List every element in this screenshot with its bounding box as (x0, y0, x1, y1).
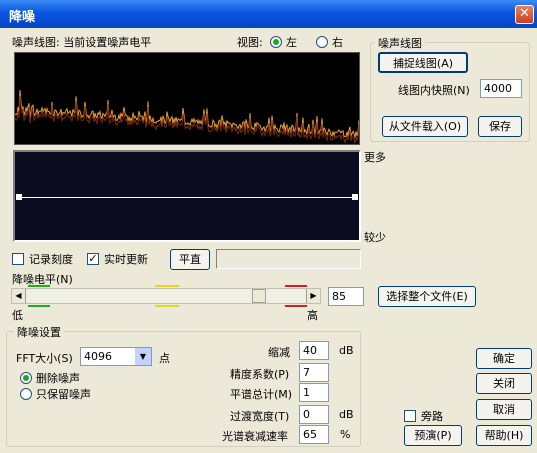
noise-reduction-dialog: 降噪 ✕ 噪声线图: 当前设置噪声电平 视图: 左 右 噪声线图 捕捉线图(A)… (0, 0, 537, 453)
reduce-by-unit: dB (339, 344, 354, 357)
flat-button[interactable]: 平直 (170, 249, 210, 270)
marker-yellow-bottom (155, 305, 179, 307)
fft-size-select[interactable]: 4096 ▼ (80, 347, 152, 366)
noise-level-field[interactable]: 85 (328, 287, 364, 306)
live-update-checkbox[interactable]: ✓ (87, 253, 99, 265)
graph-label: 噪声线图: 当前设置噪声电平 (12, 36, 152, 49)
decay-label: 光谱衰减速率 (222, 430, 288, 443)
title-bar[interactable]: 降噪 ✕ (0, 0, 537, 28)
view-right-label: 右 (332, 36, 343, 49)
curve-handle-right[interactable] (352, 194, 358, 200)
preview-button[interactable]: 预演(P) (404, 425, 462, 446)
load-from-file-button[interactable]: 从文件载入(O) (382, 116, 468, 137)
reduction-settings-group-label: 降噪设置 (14, 324, 64, 340)
capture-profile-button[interactable]: 捕捉线图(A) (378, 52, 468, 73)
noise-profile-group-label: 噪声线图 (375, 35, 425, 51)
more-label: 更多 (364, 151, 386, 164)
precision-field[interactable]: 7 (299, 363, 329, 382)
view-left-radio[interactable] (270, 36, 282, 48)
live-update-label: 实时更新 (104, 253, 148, 266)
decay-field[interactable]: 65 (299, 425, 329, 444)
noise-spectrum-graph (14, 52, 360, 145)
cancel-button[interactable]: 取消 (476, 399, 532, 420)
slider-right-arrow-icon[interactable]: ▶ (306, 289, 320, 303)
noise-level-slider[interactable]: ◀ ▶ (11, 288, 321, 304)
fft-unit-label: 点 (159, 352, 170, 365)
spectrum-plot (14, 89, 360, 144)
snapshots-label: 线图内快照(N) (398, 84, 470, 97)
low-label: 低 (12, 309, 23, 322)
keep-noise-radio[interactable] (20, 388, 32, 400)
ok-button[interactable]: 确定 (476, 348, 532, 369)
slider-left-arrow-icon[interactable]: ◀ (12, 289, 26, 303)
view-right-radio[interactable] (316, 36, 328, 48)
log-scale-label: 记录刻度 (29, 253, 73, 266)
precision-label: 精度系数(P) (230, 368, 290, 381)
status-box (216, 249, 361, 269)
decay-unit: % (340, 428, 351, 441)
reduction-curve-graph[interactable] (13, 150, 361, 242)
select-entire-file-button[interactable]: 选择整个文件(E) (378, 286, 476, 307)
less-label: 较少 (364, 231, 386, 244)
help-button[interactable]: 帮助(H) (476, 425, 532, 446)
transition-label: 过渡宽度(T) (230, 410, 290, 423)
marker-yellow-top (155, 285, 179, 287)
fft-size-label: FFT大小(S) (16, 352, 73, 365)
transition-field[interactable]: 0 (299, 405, 329, 424)
reduce-by-field[interactable]: 40 (299, 341, 329, 360)
save-button[interactable]: 保存 (478, 116, 522, 137)
smoothing-label: 平谱总计(M) (230, 388, 293, 401)
view-left-label: 左 (286, 36, 297, 49)
window-title: 降噪 (9, 10, 36, 25)
marker-red-top (285, 285, 307, 287)
close-icon[interactable]: ✕ (515, 5, 534, 24)
marker-green-top (28, 285, 50, 287)
bypass-label: 旁路 (421, 410, 443, 423)
marker-green-bottom (28, 305, 50, 307)
log-scale-checkbox[interactable] (12, 253, 24, 265)
close-button[interactable]: 关闭 (476, 373, 532, 394)
fft-size-value: 4096 (84, 350, 112, 363)
spectrum-line-dark (14, 95, 360, 144)
remove-noise-radio[interactable] (20, 372, 32, 384)
bypass-checkbox[interactable] (404, 410, 416, 422)
slider-thumb[interactable] (252, 289, 267, 303)
transition-unit: dB (339, 408, 354, 421)
marker-red-bottom (285, 305, 307, 307)
remove-noise-label: 删除噪声 (36, 372, 80, 385)
curve-line (19, 197, 355, 198)
snapshots-field[interactable]: 4000 (480, 79, 522, 98)
reduce-by-label: 缩减 (268, 346, 290, 359)
chevron-down-icon[interactable]: ▼ (135, 348, 151, 365)
keep-noise-label: 只保留噪声 (36, 388, 91, 401)
high-label: 高 (307, 309, 318, 322)
smoothing-field[interactable]: 1 (299, 383, 329, 402)
view-label: 视图: (237, 36, 263, 49)
curve-handle-left[interactable] (16, 194, 22, 200)
